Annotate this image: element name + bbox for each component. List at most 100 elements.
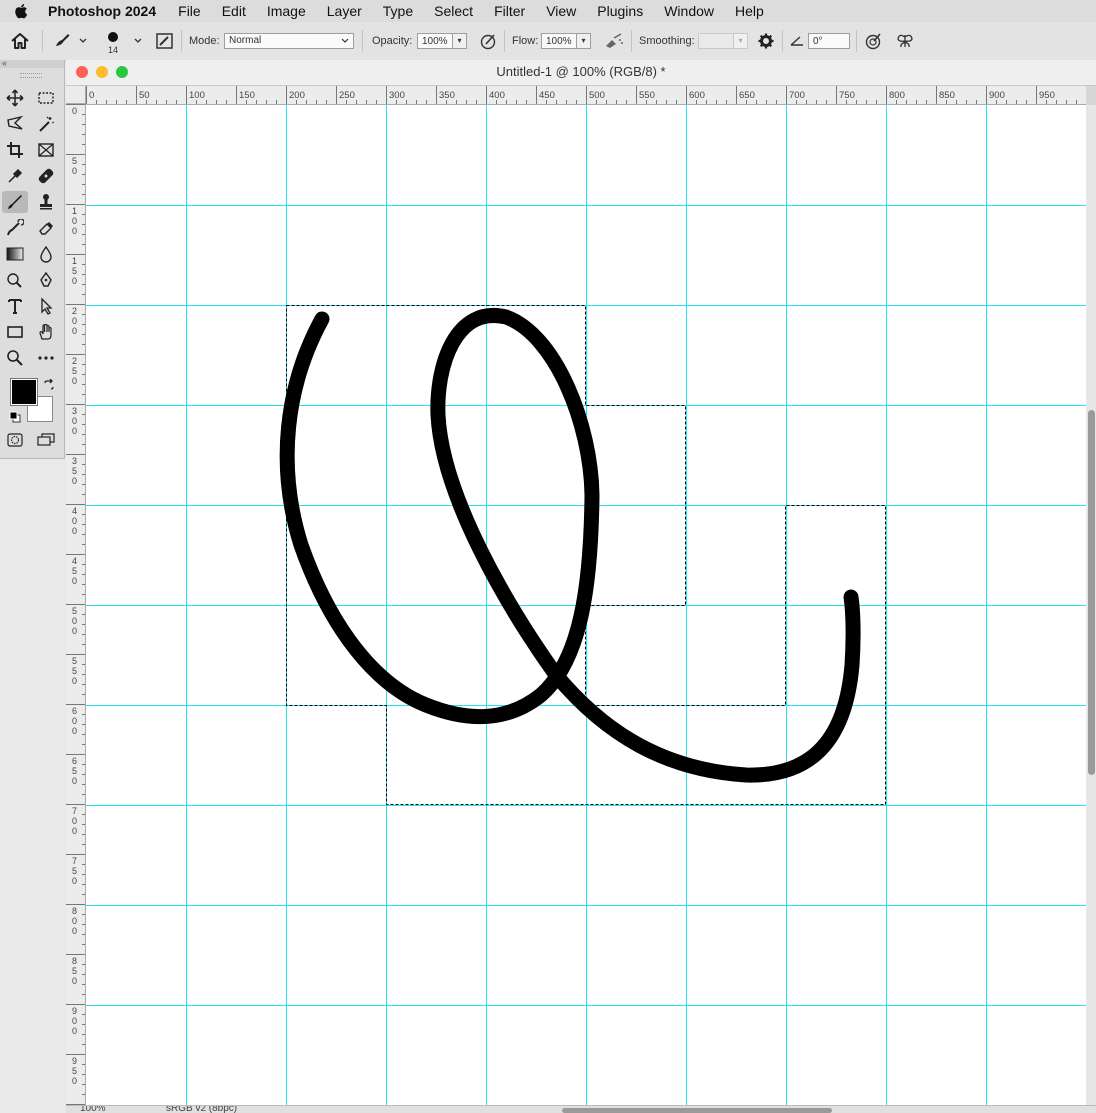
ruler-label: 800 bbox=[72, 906, 78, 936]
dodge-tool-icon[interactable] bbox=[2, 269, 28, 291]
brush-settings-icon[interactable] bbox=[155, 22, 175, 60]
opacity-value[interactable]: 100% bbox=[417, 33, 453, 49]
pressure-opacity-icon[interactable] bbox=[478, 22, 498, 60]
ruler-label: 450 bbox=[539, 90, 555, 101]
chevron-down-icon[interactable] bbox=[133, 22, 143, 60]
menu-layer[interactable]: Layer bbox=[327, 3, 362, 19]
ruler-label: 650 bbox=[739, 90, 755, 101]
chevron-down-icon bbox=[341, 38, 349, 43]
crop-tool-icon[interactable] bbox=[2, 139, 28, 161]
ruler-origin[interactable] bbox=[66, 86, 86, 104]
mode-select[interactable]: Normal bbox=[224, 22, 354, 60]
chevron-down-icon[interactable]: ▾ bbox=[734, 33, 748, 49]
blur-tool-icon[interactable] bbox=[33, 243, 59, 265]
screen-mode-icon[interactable] bbox=[33, 429, 59, 451]
smoothing-value[interactable] bbox=[698, 33, 734, 49]
vertical-scrollbar[interactable] bbox=[1086, 105, 1096, 1105]
divider bbox=[856, 30, 857, 52]
canvas-artwork[interactable] bbox=[86, 105, 1086, 1105]
panel-collapse-icon[interactable]: « bbox=[0, 59, 64, 68]
vertical-ruler[interactable]: 0 50 100 150 200 250 300 350 400 450 500 550 600 650 7… bbox=[66, 104, 86, 1105]
home-icon[interactable] bbox=[10, 22, 30, 60]
ruler-label: 250 bbox=[339, 90, 355, 101]
symmetry-icon[interactable] bbox=[895, 22, 915, 60]
divider bbox=[42, 30, 43, 52]
menu-edit[interactable]: Edit bbox=[222, 3, 246, 19]
ruler-label: 950 bbox=[72, 1056, 78, 1086]
flow-field[interactable]: 100% ▾ bbox=[541, 22, 591, 60]
angle-field[interactable]: 0° bbox=[808, 22, 850, 60]
ruler-label: 100 bbox=[189, 90, 205, 101]
lasso-tool-icon[interactable] bbox=[2, 113, 28, 135]
pressure-size-icon[interactable] bbox=[863, 22, 883, 60]
brush-tool-icon bbox=[56, 34, 87, 46]
scrollbar-thumb[interactable] bbox=[1088, 410, 1095, 775]
menu-window[interactable]: Window bbox=[664, 3, 714, 19]
menu-bar: Photoshop 2024 File Edit Image Layer Typ… bbox=[0, 0, 1096, 22]
chevron-down-icon[interactable]: ▾ bbox=[577, 33, 591, 49]
magic-wand-icon[interactable] bbox=[33, 113, 59, 135]
menu-file[interactable]: File bbox=[178, 3, 201, 19]
opacity-field[interactable]: 100% ▾ bbox=[417, 22, 467, 60]
ruler-label: 200 bbox=[289, 90, 305, 101]
history-brush-icon[interactable] bbox=[2, 217, 28, 239]
menu-image[interactable]: Image bbox=[267, 3, 306, 19]
mode-value: Normal bbox=[229, 35, 262, 46]
gradient-tool-icon[interactable] bbox=[2, 243, 28, 265]
ruler-label: 600 bbox=[72, 706, 78, 736]
horizontal-scrollbar-thumb[interactable] bbox=[562, 1108, 832, 1113]
ruler-label: 0 bbox=[72, 106, 78, 116]
menu-select[interactable]: Select bbox=[434, 3, 473, 19]
ruler-label: 450 bbox=[72, 556, 78, 586]
more-tools-icon[interactable] bbox=[33, 347, 59, 369]
ruler-label: 750 bbox=[839, 90, 855, 101]
ruler-label: 50 bbox=[139, 90, 150, 101]
eyedropper-tool-icon[interactable] bbox=[2, 165, 28, 187]
ruler-label: 500 bbox=[72, 606, 78, 636]
brush-preset-picker[interactable]: 14 bbox=[108, 22, 118, 60]
quick-mask-icon[interactable] bbox=[2, 429, 28, 451]
marquee-tool-icon[interactable] bbox=[33, 87, 59, 109]
tool-preset-picker[interactable] bbox=[52, 22, 90, 60]
horizontal-ruler[interactable]: 0 50 100 150 200 250 300 350 400 450 500 550 600 650 7… bbox=[86, 86, 1086, 105]
ruler-label: 800 bbox=[889, 90, 905, 101]
app-name-menu[interactable]: Photoshop 2024 bbox=[48, 3, 156, 19]
brush-stroke bbox=[279, 307, 861, 783]
type-tool-icon[interactable] bbox=[2, 295, 28, 317]
pen-tool-icon[interactable] bbox=[33, 269, 59, 291]
menu-filter[interactable]: Filter bbox=[494, 3, 525, 19]
swap-colors-icon[interactable] bbox=[43, 378, 55, 396]
move-tool-icon[interactable] bbox=[2, 87, 28, 109]
airbrush-icon[interactable] bbox=[603, 22, 625, 60]
default-colors-icon[interactable] bbox=[9, 410, 21, 428]
apple-icon[interactable] bbox=[14, 3, 34, 19]
ruler-label: 200 bbox=[72, 306, 78, 336]
clone-stamp-icon[interactable] bbox=[33, 191, 59, 213]
canvas[interactable] bbox=[86, 105, 1086, 1105]
eraser-tool-icon[interactable] bbox=[33, 217, 59, 239]
flow-value[interactable]: 100% bbox=[541, 33, 577, 49]
foreground-color-swatch-front[interactable] bbox=[10, 378, 38, 406]
mode-label: Mode: bbox=[189, 35, 220, 47]
healing-brush-icon[interactable] bbox=[33, 165, 59, 187]
angle-value[interactable]: 0° bbox=[808, 33, 850, 49]
path-selection-icon[interactable] bbox=[33, 295, 59, 317]
menu-help[interactable]: Help bbox=[735, 3, 764, 19]
options-bar: 14 Mode: Normal Opacity: 100% ▾ Flow: 10… bbox=[0, 22, 1096, 61]
panel-grip[interactable] bbox=[20, 73, 42, 78]
hand-tool-icon[interactable] bbox=[33, 321, 59, 343]
menu-plugins[interactable]: Plugins bbox=[597, 3, 643, 19]
menu-type[interactable]: Type bbox=[383, 3, 413, 19]
smoothing-field[interactable]: ▾ bbox=[698, 22, 748, 60]
ruler-label: 50 bbox=[72, 156, 78, 176]
ruler-label: 400 bbox=[489, 90, 505, 101]
divider bbox=[504, 30, 505, 52]
rectangle-tool-icon[interactable] bbox=[2, 321, 28, 343]
menu-view[interactable]: View bbox=[546, 3, 576, 19]
chevron-down-icon[interactable]: ▾ bbox=[453, 33, 467, 49]
gear-icon[interactable] bbox=[757, 22, 775, 60]
brush-tool-icon[interactable] bbox=[2, 191, 28, 213]
ruler-label: 850 bbox=[939, 90, 955, 101]
frame-tool-icon[interactable] bbox=[33, 139, 59, 161]
zoom-tool-icon[interactable] bbox=[2, 347, 28, 369]
